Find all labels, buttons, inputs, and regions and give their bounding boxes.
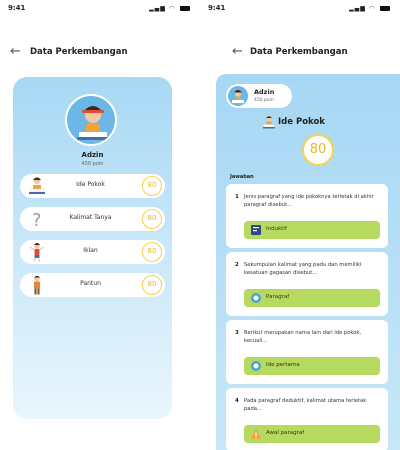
topic-row-ide-pokok[interactable]: Ide Pokok 80 [20, 174, 165, 198]
status-icons: ▂▄▆ ◠ [349, 5, 390, 12]
back-arrow-icon[interactable]: ← [232, 44, 243, 60]
answer-text: Induktif [266, 226, 287, 232]
question-card: 1 Jenis paragraf yang ide pokoknya terle… [226, 184, 388, 248]
question-card: 3 Berikut merupakan nama lain dari ide p… [226, 320, 388, 384]
battery-icon [180, 6, 190, 11]
idea-icon [251, 361, 261, 371]
topic-label: Iklan [83, 247, 98, 254]
question-card: 4 Pada paragraf deduktif, kalimat utama … [226, 388, 388, 450]
topic-title: Ide Pokok [278, 117, 325, 127]
user-points: 450 poin [254, 98, 274, 103]
user-name: Adzin [254, 88, 275, 96]
header: ← Data Perkembangan [200, 44, 400, 62]
answer-box: Ide pertama [244, 357, 380, 375]
status-time: 9:41 [8, 4, 26, 12]
topic-label: Ide Pokok [76, 181, 105, 188]
battery-icon [380, 6, 390, 11]
score-badge: 80 [142, 242, 162, 262]
question-text: Jenis paragraf yang ide pokoknya terleta… [244, 194, 374, 208]
question-number: 3 [235, 330, 239, 336]
screen-topic-detail: 9:41 ▂▄▆ ◠ ← Data Perkembangan Adzin 450… [200, 0, 400, 450]
question-number: 4 [235, 398, 239, 404]
status-bar: 9:41 ▂▄▆ ◠ [0, 0, 200, 22]
answers-label: Jawaban [230, 174, 254, 180]
standing-kid-icon [34, 275, 40, 295]
avatar [228, 86, 248, 106]
header: ← Data Perkembangan [0, 44, 200, 62]
wifi-icon: ◠ [368, 5, 376, 12]
question-card: 2 Sekumpulan kalimat yang padu dan memil… [226, 252, 388, 316]
page-title: Data Perkembangan [250, 47, 348, 57]
score-badge: 80 [142, 275, 162, 295]
signal-icon: ▂▄▆ [349, 5, 366, 12]
topic-detail-panel: Adzin 450 poin Ide Pokok 80 Jawaban 1 Je… [216, 74, 400, 450]
topic-row-kalimat-tanya[interactable]: ? Kalimat Tanya 80 [20, 207, 165, 231]
dancing-kid-icon [29, 243, 45, 262]
reading-kid-icon [263, 116, 275, 129]
page-title: Data Perkembangan [30, 47, 128, 57]
screen-overview: 9:41 ▂▄▆ ◠ ← Data Perkembangan Adzin 450… [0, 0, 200, 450]
svg-text:?: ? [32, 210, 42, 229]
topic-label: Kalimat Tanya [69, 214, 112, 221]
question-text: Sekumpulan kalimat yang padu dan memilik… [244, 262, 362, 276]
user-points: 450 poin [81, 161, 104, 167]
answer-box: Induktif [244, 221, 380, 239]
book-icon [251, 225, 261, 235]
progress-card: Adzin 450 poin Ide Pokok 80 ? Kalimat Ta… [13, 77, 172, 419]
question-text: Pada paragraf deduktif, kalimat utama te… [244, 398, 367, 412]
back-arrow-icon[interactable]: ← [10, 44, 21, 60]
topic-label: Pantun [80, 280, 101, 287]
topic-row-iklan[interactable]: Iklan 80 [20, 240, 165, 264]
score-badge: 80 [302, 134, 334, 166]
reading-kid-icon [77, 106, 109, 140]
score-badge: 80 [142, 176, 162, 196]
wifi-icon: ◠ [168, 5, 176, 12]
signal-icon: ▂▄▆ [149, 5, 166, 12]
user-chip: Adzin 450 poin [226, 84, 292, 108]
answer-box: Paragraf [244, 289, 380, 307]
score-badge: 80 [142, 209, 162, 229]
answer-box: Awal paragraf [244, 425, 380, 443]
question-number: 2 [235, 262, 239, 268]
answer-text: Paragraf [266, 294, 290, 300]
warning-icon [251, 429, 261, 439]
reading-kid-icon [232, 90, 244, 103]
status-icons: ▂▄▆ ◠ [149, 5, 190, 12]
reading-kid-icon [29, 177, 45, 194]
user-name: Adzin [81, 151, 104, 159]
paragraph-icon [251, 293, 261, 303]
answer-text: Ide pertama [266, 362, 300, 368]
status-bar: 9:41 ▂▄▆ ◠ [200, 0, 400, 22]
topic-row-pantun[interactable]: Pantun 80 [20, 273, 165, 297]
question-text: Berikut merupakan nama lain dari ide pok… [244, 330, 362, 344]
question-number: 1 [235, 194, 239, 200]
answer-text: Awal paragraf [266, 430, 305, 436]
status-time: 9:41 [208, 4, 226, 12]
question-mark-icon: ? [32, 210, 42, 229]
avatar [65, 94, 117, 146]
